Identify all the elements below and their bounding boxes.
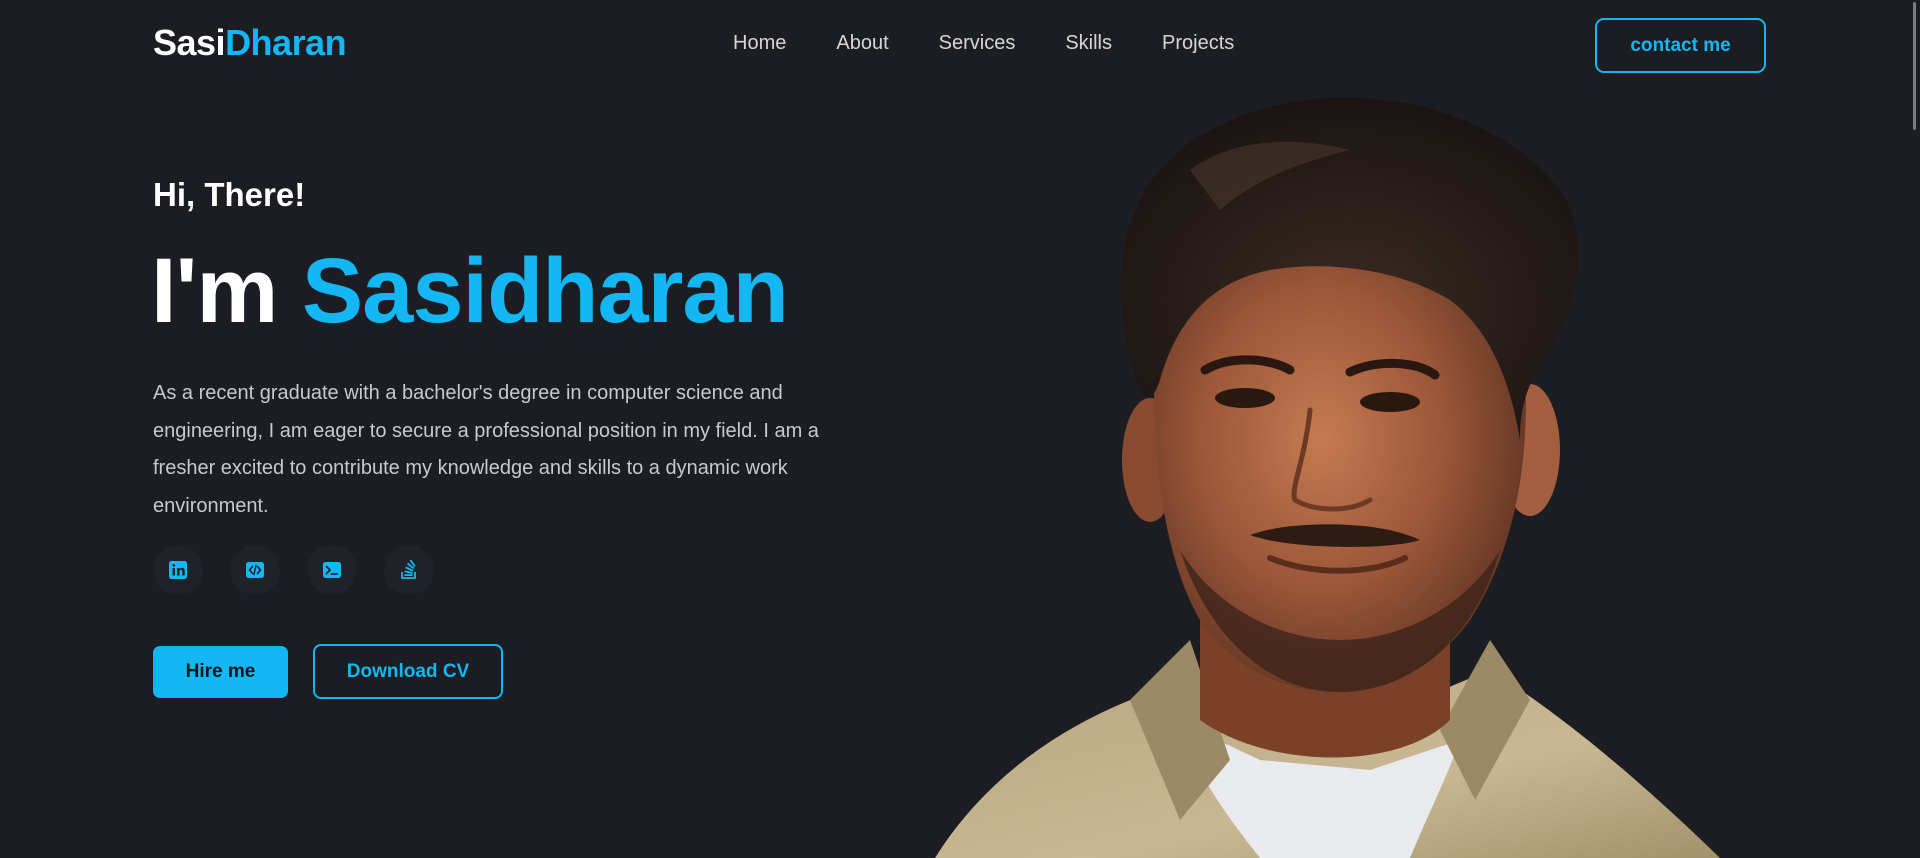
hire-me-button[interactable]: Hire me — [153, 646, 288, 698]
download-cv-button[interactable]: Download CV — [313, 644, 503, 699]
profile-photo — [935, 97, 1720, 858]
nav-about[interactable]: About — [836, 32, 888, 55]
nav-services[interactable]: Services — [939, 32, 1016, 55]
social-code[interactable] — [230, 545, 280, 595]
logo[interactable]: SasiDharan — [153, 22, 347, 64]
terminal-icon — [323, 562, 341, 578]
social-links — [153, 545, 461, 595]
code-icon — [246, 562, 264, 578]
logo-first-part: Sasi — [153, 22, 226, 63]
linkedin-icon — [169, 561, 187, 579]
logo-second-part: Dharan — [225, 22, 347, 63]
hero-bio: As a recent graduate with a bachelor's d… — [153, 382, 819, 517]
headline-prefix: I'm — [151, 240, 278, 342]
hero-greeting: Hi, There! — [153, 176, 306, 213]
social-linkedin[interactable] — [153, 545, 203, 595]
nav-projects[interactable]: Projects — [1162, 32, 1234, 55]
stack-overflow-icon — [401, 560, 416, 579]
scrollbar-thumb[interactable] — [1913, 2, 1916, 130]
main-nav: Home About Services Skills Projects — [733, 32, 1284, 55]
site-header: SasiDharan Home About Services Skills Pr… — [0, 0, 1920, 90]
nav-home[interactable]: Home — [733, 32, 786, 55]
contact-button[interactable]: contact me — [1595, 18, 1766, 73]
nav-skills[interactable]: Skills — [1065, 32, 1112, 55]
social-terminal[interactable] — [307, 545, 357, 595]
page: SasiDharan Home About Services Skills Pr… — [0, 0, 1920, 858]
headline-name: Sasidharan — [301, 240, 789, 342]
hero-headline: I'm Sasidharan — [151, 245, 789, 337]
social-stack-overflow[interactable] — [384, 545, 434, 595]
